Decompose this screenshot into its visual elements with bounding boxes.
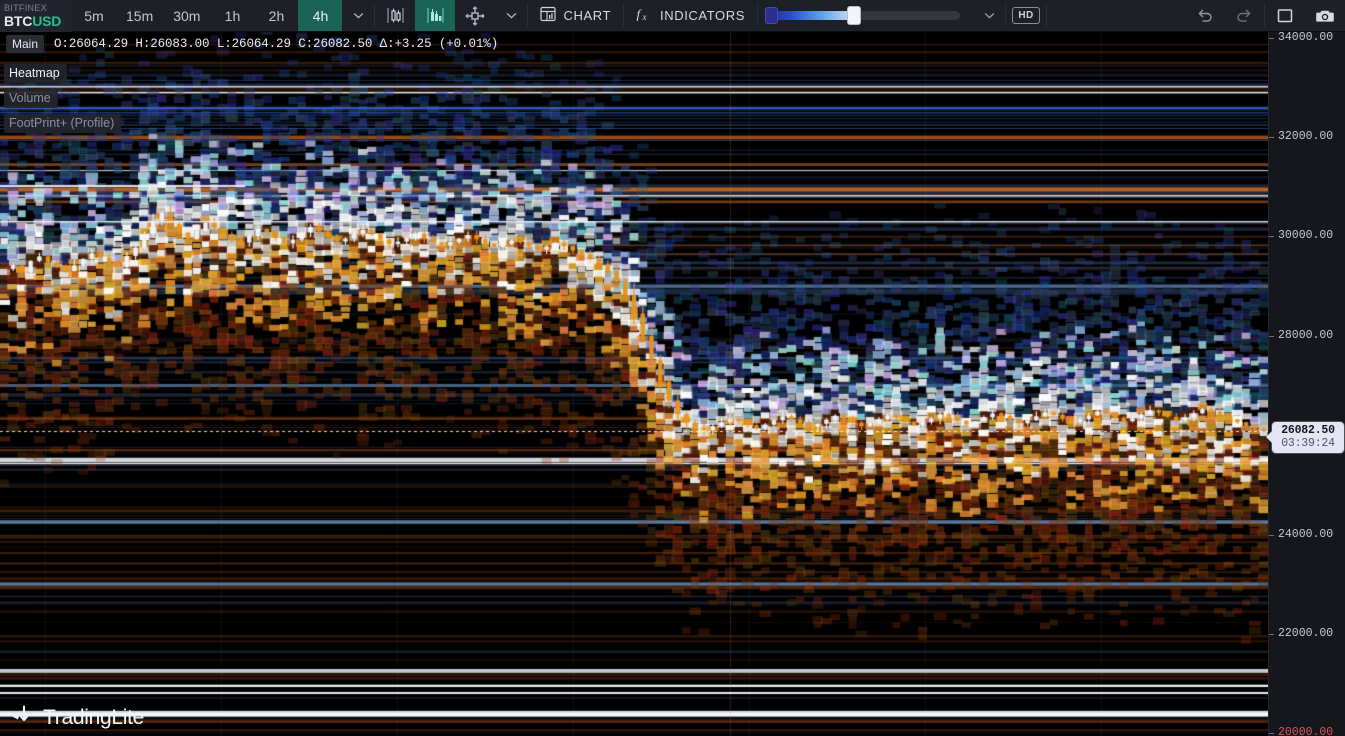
slider-fill — [768, 11, 854, 20]
redo-arrow-icon[interactable] — [1224, 0, 1264, 31]
indicators-button-label: INDICATORS — [660, 8, 745, 23]
timeframe-5m[interactable]: 5m — [72, 0, 116, 31]
bar-chart-icon[interactable] — [415, 0, 455, 31]
bar-countdown: 03:39:24 — [1272, 437, 1344, 450]
slider-handle-left[interactable] — [765, 7, 778, 24]
layer-label-heatmap[interactable]: Heatmap — [4, 64, 67, 83]
layer-label-footprint[interactable]: FootPrint+ (Profile) — [4, 114, 121, 133]
opacity-slider-container — [758, 0, 973, 31]
layout-grid-icon — [540, 6, 556, 25]
main-series-label[interactable]: Main — [6, 35, 44, 53]
opacity-slider[interactable] — [768, 11, 960, 20]
timeframe-1h[interactable]: 1h — [210, 0, 254, 31]
brand-name: TradingLite — [43, 706, 144, 730]
timeframe-30m[interactable]: 30m — [163, 0, 210, 31]
symbol-quote: USD — [32, 13, 61, 29]
hd-button-container[interactable]: HD — [1006, 0, 1046, 31]
candlestick-icon[interactable] — [375, 0, 415, 31]
price-tick-30000: 30000.00 — [1269, 229, 1345, 243]
price-tick-20000: 20000.00 — [1269, 726, 1345, 736]
chart-canvas-area[interactable] — [0, 32, 1268, 736]
chevron-down-icon[interactable] — [342, 0, 374, 31]
top-toolbar: BITFINEX BTCUSD 5m 15m 30m 1h 2h 4h — [0, 0, 1345, 32]
brand-watermark: TradingLite — [11, 704, 144, 731]
layer-label-volume[interactable]: Volume — [4, 89, 58, 108]
square-fullscreen-icon[interactable] — [1265, 0, 1305, 31]
camera-icon[interactable] — [1305, 0, 1345, 31]
tradinglite-logo-icon — [11, 704, 35, 731]
symbol-ticker[interactable]: BITFINEX BTCUSD — [0, 0, 72, 32]
chart-button-label: CHART — [563, 8, 611, 23]
crosshair-move-icon[interactable] — [455, 0, 495, 31]
timeframe-4h[interactable]: 4h — [298, 0, 342, 31]
toolbar-spacer — [1047, 0, 1184, 31]
slider-handle-right[interactable] — [847, 6, 861, 25]
price-tick-28000: 28000.00 — [1269, 329, 1345, 343]
tradinglite-app: BITFINEX BTCUSD 5m 15m 30m 1h 2h 4h — [0, 0, 1345, 736]
price-tick-22000: 22000.00 — [1269, 627, 1345, 641]
tools-chevron-down-icon[interactable] — [495, 0, 527, 31]
indicators-button[interactable]: f x INDICATORS — [624, 0, 757, 31]
ohlc-values: O:26064.29 H:26083.00 L:26064.29 C:26082… — [54, 37, 498, 51]
price-tick-32000: 32000.00 — [1269, 130, 1345, 144]
price-tick-24000: 24000.00 — [1269, 528, 1345, 542]
price-tick-34000: 34000.00 — [1269, 31, 1345, 45]
ohlc-info-bar: Main O:26064.29 H:26083.00 L:26064.29 C:… — [6, 33, 498, 54]
chart-button[interactable]: CHART — [528, 0, 623, 31]
current-price-tag[interactable]: 26082.50 03:39:24 — [1272, 422, 1344, 453]
liquidity-heatmap-canvas[interactable] — [0, 32, 1268, 736]
hd-button[interactable]: HD — [1012, 7, 1040, 24]
fx-icon: f x — [636, 6, 653, 26]
symbol-pair: BTCUSD — [4, 14, 72, 28]
svg-text:x: x — [642, 12, 648, 22]
current-price-value: 26082.50 — [1272, 424, 1344, 437]
price-axis[interactable]: 34000.00 32000.00 30000.00 28000.00 2400… — [1268, 32, 1345, 736]
exchange-label: BITFINEX — [4, 4, 72, 13]
undo-arrow-icon[interactable] — [1184, 0, 1224, 31]
slider-chevron-down-icon[interactable] — [973, 0, 1005, 31]
timeframe-15m[interactable]: 15m — [116, 0, 163, 31]
timeframe-2h[interactable]: 2h — [254, 0, 298, 31]
symbol-base: BTC — [4, 13, 32, 29]
